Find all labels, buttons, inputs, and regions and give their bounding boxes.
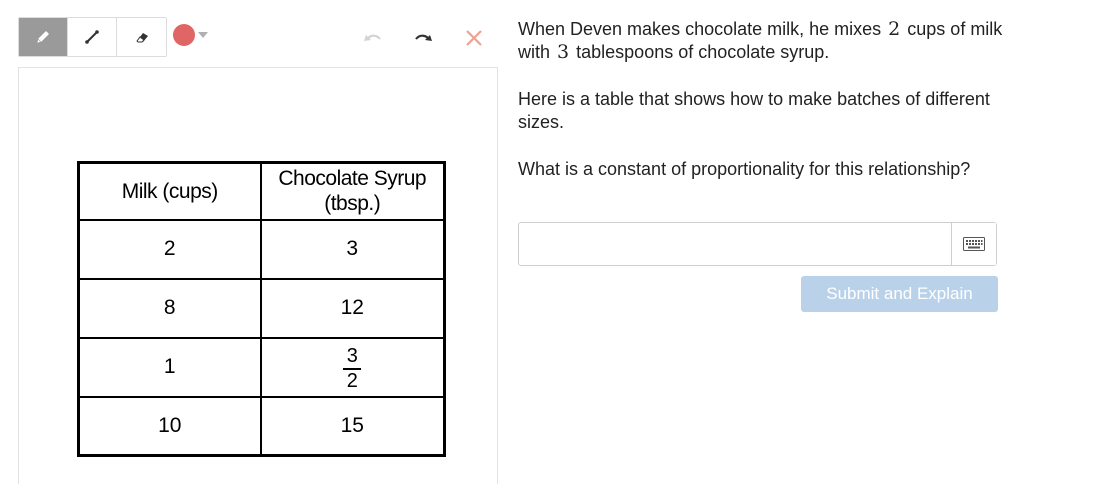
pencil-icon	[36, 31, 49, 44]
table-header-milk: Milk (cups)	[77, 161, 262, 221]
table-header-row: Milk (cups) Chocolate Syrup (tbsp.)	[77, 161, 446, 221]
table-row: 10 15	[77, 395, 446, 457]
table-cell-syrup: 12	[259, 277, 446, 339]
eraser-tool-button[interactable]	[117, 18, 166, 56]
fraction-denominator: 2	[346, 369, 358, 392]
question-prompt: What is a constant of proportionality fo…	[518, 159, 971, 179]
pencil-tool-button[interactable]	[19, 18, 68, 56]
question-text: tablespoons of chocolate syrup.	[576, 42, 830, 62]
table-cell-syrup: 15	[259, 395, 446, 457]
table-header-syrup: Chocolate Syrup (tbsp.)	[259, 161, 446, 221]
redo-icon	[415, 34, 432, 41]
question-table-description: Here is a table that shows how to make b…	[518, 89, 990, 132]
ratio-table: Milk (cups) Chocolate Syrup (tbsp.) 2 3 …	[77, 161, 446, 457]
color-swatch	[173, 24, 195, 46]
table-header-syrup-line1: Chocolate Syrup	[278, 167, 427, 191]
line-tool-button[interactable]	[68, 18, 117, 56]
submit-explain-button[interactable]: Submit and Explain	[801, 276, 998, 312]
table-cell-milk: 10	[77, 395, 262, 457]
drawing-toolbar	[18, 17, 498, 57]
line-icon	[85, 30, 99, 44]
undo-icon	[364, 34, 381, 41]
fraction-numerator: 3	[346, 344, 358, 367]
table-cell-milk: 8	[77, 277, 262, 339]
drawing-canvas[interactable]: Milk (cups) Chocolate Syrup (tbsp.) 2 3 …	[18, 67, 498, 484]
answer-field	[518, 222, 997, 266]
question-intro: When Deven makes chocolate milk, he mixe…	[518, 18, 1008, 64]
table-header-syrup-line2: (tbsp.)	[324, 192, 381, 216]
redo-button[interactable]	[410, 25, 436, 51]
table-cell-syrup: 3	[259, 218, 446, 280]
chevron-down-icon	[198, 32, 208, 38]
eraser-icon	[135, 33, 148, 43]
answer-input[interactable]	[519, 223, 952, 265]
fraction: 3 2	[343, 344, 362, 392]
question-text: When Deven makes chocolate milk, he mixe…	[518, 19, 882, 39]
clear-button[interactable]	[461, 25, 487, 51]
table-cell-syrup: 3 2	[259, 336, 446, 398]
math-number: 3	[557, 41, 570, 63]
question-panel: When Deven makes chocolate milk, he mixe…	[518, 18, 1008, 181]
keyboard-icon	[963, 237, 985, 251]
table-cell-milk: 1	[77, 336, 262, 398]
table-row: 8 12	[77, 277, 446, 339]
table-row: 1 3 2	[77, 336, 446, 398]
table-cell-milk: 2	[77, 218, 262, 280]
color-picker[interactable]	[173, 24, 208, 46]
close-icon	[466, 30, 482, 46]
tool-group	[18, 17, 167, 57]
undo-button[interactable]	[360, 25, 386, 51]
table-row: 2 3	[77, 218, 446, 280]
keyboard-button[interactable]	[951, 223, 996, 265]
math-number: 2	[888, 18, 901, 40]
